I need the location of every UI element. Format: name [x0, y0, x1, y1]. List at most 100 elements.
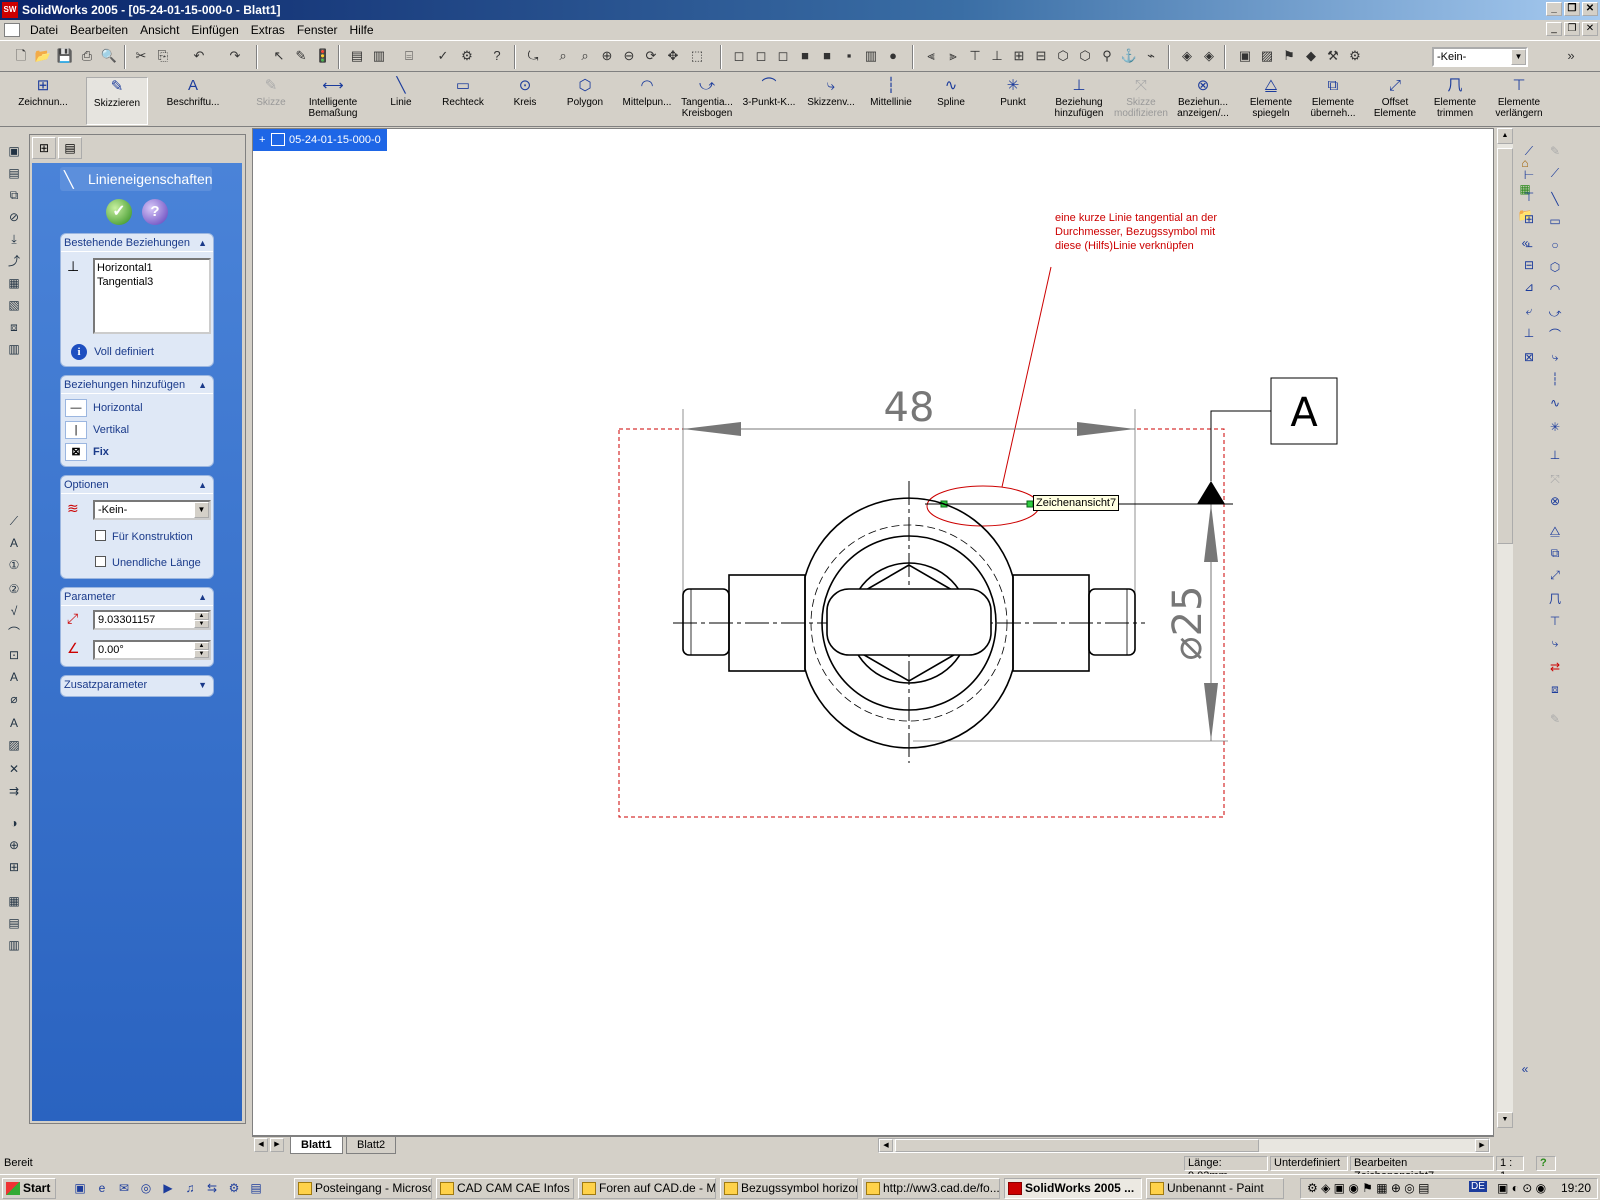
- cmd-tangent-arc-button[interactable]: ⤻ Tangentia... Kreisbogen: [676, 77, 738, 125]
- dimension-48[interactable]: 48: [884, 385, 935, 431]
- open-file-icon[interactable]: 📂: [34, 47, 52, 65]
- property-manager-tab[interactable]: ▤: [58, 137, 82, 159]
- cosmetic-thread-icon[interactable]: ◑: [5, 814, 23, 832]
- crop-view-icon[interactable]: ▧: [5, 296, 23, 314]
- three-point-arc-icon[interactable]: ⌒: [1546, 326, 1564, 344]
- menu-fenster[interactable]: Fenster: [291, 23, 344, 37]
- doc-restore-button[interactable]: ❐: [1564, 22, 1580, 36]
- print-icon[interactable]: ⎙: [78, 47, 96, 65]
- weld-symbol-icon[interactable]: ⌒: [5, 624, 23, 642]
- task-paint[interactable]: Unbenannt - Paint: [1146, 1178, 1284, 1199]
- cmd-sketch-button[interactable]: ✎ Skizzieren: [86, 77, 148, 125]
- sheet-next-icon[interactable]: ▶: [270, 1138, 284, 1152]
- language-indicator[interactable]: DE: [1469, 1181, 1487, 1192]
- fillet-icon[interactable]: ⤷: [1546, 348, 1564, 366]
- folder-icon[interactable]: ▤: [248, 1180, 264, 1196]
- cmd-circle-button[interactable]: ⊙ Kreis: [494, 77, 556, 125]
- hidden-lines-visible-icon[interactable]: ◻: [752, 47, 770, 65]
- symmetric-dim-icon[interactable]: ⊥: [1520, 324, 1538, 342]
- baseline-dim-icon[interactable]: ⊞: [1520, 210, 1538, 228]
- menu-extras[interactable]: Extras: [245, 23, 291, 37]
- cmd-sketch-fillet-button[interactable]: ⤷ Skizzenv...: [800, 77, 862, 125]
- standard-views-icon[interactable]: ▤: [5, 164, 23, 182]
- undo-icon[interactable]: ↶: [190, 47, 208, 65]
- polygon-icon[interactable]: ⬡: [1546, 258, 1564, 276]
- hidden-lines-removed-icon[interactable]: ◻: [774, 47, 792, 65]
- scroll-thumb[interactable]: [1497, 148, 1513, 544]
- area-hatch-icon[interactable]: ▨: [5, 736, 23, 754]
- extend-icon[interactable]: ⊤: [1546, 612, 1564, 630]
- doc-minimize-button[interactable]: _: [1546, 22, 1562, 36]
- doc-close-button[interactable]: ✕: [1582, 22, 1598, 36]
- cut-icon[interactable]: ✂: [132, 47, 150, 65]
- options-icon[interactable]: ⚙: [458, 47, 476, 65]
- zoom-area-icon[interactable]: ⌕: [576, 47, 594, 65]
- layer-visibility-icon[interactable]: ◈: [1200, 47, 1218, 65]
- add-fix-relation[interactable]: ⊠ Fix: [65, 442, 109, 462]
- add-relations-header[interactable]: Beziehungen hinzufügen ▲: [61, 376, 213, 394]
- cmd-add-relation-button[interactable]: ⊥ Beziehung hinzufügen: [1048, 77, 1110, 125]
- balloon-icon[interactable]: ①: [5, 556, 23, 574]
- feature-tree-tab[interactable]: ⊞: [32, 137, 56, 159]
- network-icon[interactable]: ⇆: [204, 1180, 220, 1196]
- point-icon[interactable]: ✳: [1546, 418, 1564, 436]
- task-outlook[interactable]: Posteingang - Microso...: [294, 1178, 432, 1199]
- angle-input[interactable]: 0.00° ▲ ▼: [93, 640, 211, 660]
- add-horizontal-relation[interactable]: — Horizontal: [65, 398, 143, 418]
- sheet-prev-icon[interactable]: ◀: [254, 1138, 268, 1152]
- app-icon[interactable]: ⚙: [226, 1180, 242, 1196]
- expand-icon[interactable]: ▼: [198, 676, 207, 694]
- menu-einfuegen[interactable]: Einfügen: [185, 23, 244, 37]
- cmd-extend-entities-button[interactable]: ⊤ Elemente verlängern: [1486, 77, 1552, 125]
- menu-ansicht[interactable]: Ansicht: [134, 23, 185, 37]
- print-preview-icon[interactable]: 🔍: [100, 47, 118, 65]
- close-button[interactable]: ✕: [1582, 2, 1598, 16]
- chevron-down-icon[interactable]: ▼: [1511, 49, 1526, 65]
- spin-up-icon[interactable]: ▲: [194, 612, 209, 620]
- cmd-centerpoint-arc-button[interactable]: ◠ Mittelpun...: [616, 77, 678, 125]
- datum-feature-icon[interactable]: A: [5, 668, 23, 686]
- options-header[interactable]: Optionen ▲: [61, 476, 213, 494]
- scroll-left-icon[interactable]: ◀: [879, 1139, 893, 1152]
- graphics-area[interactable]: + 05-24-01-15-000-0 48 ⌀25 A eine kurze …: [252, 128, 1494, 1136]
- layer-properties-icon[interactable]: ◈: [1178, 47, 1196, 65]
- task-browser[interactable]: http://ww3.cad.de/fo...: [862, 1178, 1000, 1199]
- new-file-icon[interactable]: 🗋: [12, 47, 30, 65]
- smart-dimension-icon[interactable]: ⟋: [1520, 142, 1538, 160]
- task-foren[interactable]: Foren auf CAD.de - Mi...: [578, 1178, 716, 1199]
- scroll-right-icon[interactable]: ▶: [1475, 1139, 1489, 1152]
- sheet-icon[interactable]: ▤: [348, 47, 366, 65]
- relation-item[interactable]: Tangential3: [97, 275, 207, 289]
- scroll-up-icon[interactable]: ▲: [1497, 128, 1513, 144]
- select-arrow-icon[interactable]: ↖: [270, 47, 288, 65]
- restore-button[interactable]: ❐: [1564, 2, 1580, 16]
- menu-hilfe[interactable]: Hilfe: [344, 23, 380, 37]
- task-bezugssymbol[interactable]: Bezugssymbol horizon...: [720, 1178, 858, 1199]
- section-view-icon[interactable]: ⤓: [5, 230, 23, 248]
- solidworks-app-icon[interactable]: SW: [2, 2, 18, 18]
- rectangle-icon[interactable]: ▭: [1546, 212, 1564, 230]
- save-icon[interactable]: 💾: [56, 47, 74, 65]
- cmd-point-button[interactable]: ✳ Punkt: [982, 77, 1044, 125]
- dimension-diameter-25[interactable]: ⌀25: [1165, 586, 1211, 661]
- annotation-note[interactable]: eine kurze Linie tangential an der Durch…: [1055, 211, 1217, 253]
- quicklaunch-icon[interactable]: ◎: [138, 1180, 154, 1196]
- align-middle-icon[interactable]: ⊟: [1032, 47, 1050, 65]
- centerline-icon[interactable]: ┆: [1546, 370, 1564, 388]
- spin-down-icon[interactable]: ▼: [194, 620, 209, 628]
- document-icon[interactable]: [4, 22, 20, 37]
- cmd-mirror-entities-button[interactable]: ⧋ Elemente spiegeln: [1240, 77, 1302, 125]
- minimize-button[interactable]: _: [1546, 2, 1562, 16]
- align-left-icon[interactable]: ⫷: [922, 47, 940, 65]
- model-view-icon[interactable]: ⌸: [400, 47, 418, 65]
- ok-button[interactable]: ✓: [106, 199, 132, 225]
- tray-icons-2[interactable]: ▣ ◐ ⊙ ◉: [1497, 1181, 1546, 1195]
- cmd-display-relations-button[interactable]: ⊗ Beziehun... anzeigen/...: [1172, 77, 1234, 125]
- vertical-dim-icon[interactable]: ⊤: [1520, 188, 1538, 206]
- rebuild-icon[interactable]: 🚦: [314, 47, 332, 65]
- addin-icon[interactable]: ⚙: [1346, 47, 1364, 65]
- centerpoint-arc-icon[interactable]: ◠: [1546, 280, 1564, 298]
- redraw-icon[interactable]: ⤿: [524, 47, 542, 65]
- scroll-down-icon[interactable]: ▼: [1497, 1112, 1513, 1128]
- sheet-tab-blatt1[interactable]: Blatt1: [290, 1137, 343, 1154]
